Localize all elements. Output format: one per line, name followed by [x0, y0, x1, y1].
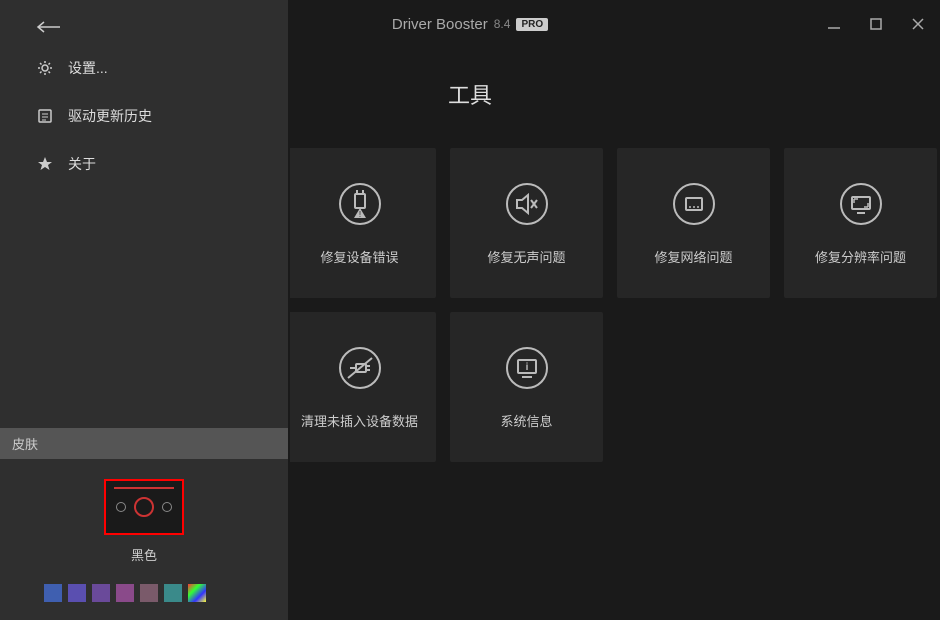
skin-section: 皮肤 黑色 [0, 428, 288, 620]
tool-fix-sound[interactable]: 修复无声问题 [450, 148, 603, 298]
tool-label: 修复分辨率问题 [815, 247, 906, 266]
color-swatch[interactable] [140, 584, 158, 602]
skin-name: 黑色 [131, 545, 157, 564]
skin-header: 皮肤 [0, 428, 288, 459]
menu-label: 关于 [68, 154, 96, 174]
tool-label: 清理未插入设备数据 [301, 411, 418, 430]
network-icon [671, 181, 717, 227]
skin-swatches [0, 584, 288, 620]
tool-fix-resolution[interactable]: 修复分辨率问题 [784, 148, 937, 298]
menu-settings[interactable]: 设置... [0, 44, 288, 92]
app-version: 8.4 [494, 17, 511, 31]
color-swatch[interactable] [164, 584, 182, 602]
tool-label: 系统信息 [500, 411, 552, 430]
menu-label: 设置... [68, 58, 108, 78]
app-title: Driver Booster 8.4 PRO [392, 16, 548, 33]
gear-icon [36, 59, 54, 77]
tool-fix-device[interactable]: ! 修复设备错误 [283, 148, 436, 298]
color-swatch[interactable] [68, 584, 86, 602]
tool-label: 修复无声问题 [487, 247, 565, 266]
tool-label: 修复设备错误 [320, 247, 398, 266]
color-swatch[interactable] [92, 584, 110, 602]
resolution-icon [838, 181, 884, 227]
maximize-button[interactable] [864, 12, 888, 36]
menu-about[interactable]: 关于 [0, 140, 288, 188]
back-button[interactable] [0, 0, 288, 44]
side-menu: 设置... 驱动更新历史 关于 皮肤 黑色 [0, 0, 290, 620]
close-button[interactable] [906, 12, 930, 36]
edition-badge: PRO [516, 18, 548, 31]
svg-text:i: i [525, 362, 528, 373]
skin-thumbnail[interactable] [104, 479, 184, 535]
color-swatch[interactable] [116, 584, 134, 602]
tool-system-info[interactable]: i 系统信息 [450, 312, 603, 462]
window-controls [822, 0, 930, 48]
sysinfo-icon: i [504, 345, 550, 391]
color-swatch[interactable] [188, 584, 206, 602]
unplugged-icon [337, 345, 383, 391]
app-name: Driver Booster [392, 16, 488, 33]
svg-text:!: ! [358, 210, 360, 219]
tool-clean-unplugged[interactable]: 清理未插入设备数据 [283, 312, 436, 462]
menu-label: 驱动更新历史 [68, 106, 152, 126]
tool-label: 修复网络问题 [654, 247, 732, 266]
tool-fix-network[interactable]: 修复网络问题 [617, 148, 770, 298]
color-swatch[interactable] [44, 584, 62, 602]
history-icon [36, 107, 54, 125]
mute-icon [504, 181, 550, 227]
device-error-icon: ! [337, 181, 383, 227]
minimize-button[interactable] [822, 12, 846, 36]
star-icon [36, 155, 54, 173]
menu-history[interactable]: 驱动更新历史 [0, 92, 288, 140]
